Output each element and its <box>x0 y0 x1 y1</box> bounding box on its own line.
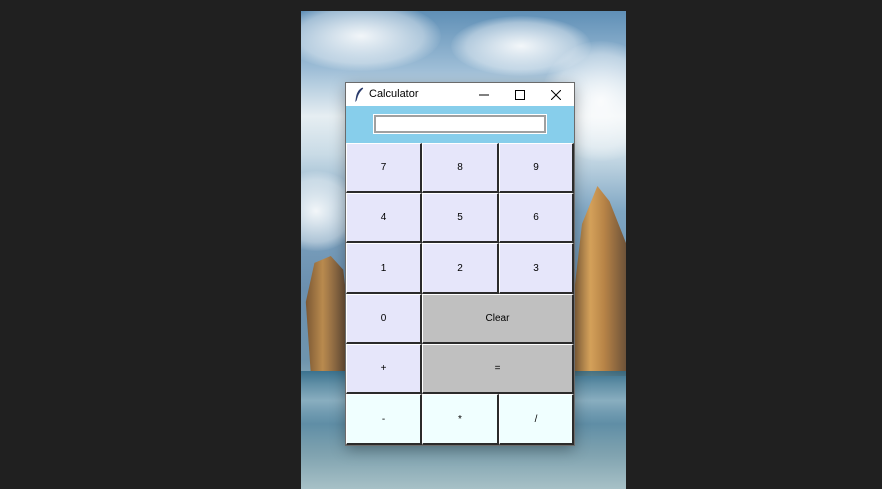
feather-icon <box>354 87 364 102</box>
minimize-button[interactable] <box>466 83 502 106</box>
keypad: 7 8 9 4 5 6 1 2 3 0 Clear + = - * / <box>346 143 574 445</box>
minimize-icon <box>479 94 489 95</box>
rock-formation-left <box>305 256 349 371</box>
key-divide[interactable]: / <box>499 394 574 445</box>
key-4[interactable]: 4 <box>346 193 422 243</box>
rock-formation-right <box>571 186 626 376</box>
key-multiply[interactable]: * <box>422 394 499 445</box>
key-2[interactable]: 2 <box>422 243 499 294</box>
equals-button[interactable]: = <box>422 344 574 394</box>
key-8[interactable]: 8 <box>422 143 499 193</box>
close-button[interactable] <box>538 83 574 106</box>
calculator-display-input[interactable] <box>373 114 547 134</box>
calculator-window: Calculator 7 8 9 4 5 6 1 2 3 0 Clear + =… <box>346 83 574 445</box>
key-3[interactable]: 3 <box>499 243 574 294</box>
key-5[interactable]: 5 <box>422 193 499 243</box>
key-9[interactable]: 9 <box>499 143 574 193</box>
key-7[interactable]: 7 <box>346 143 422 193</box>
key-1[interactable]: 1 <box>346 243 422 294</box>
key-0[interactable]: 0 <box>346 294 422 344</box>
key-plus[interactable]: + <box>346 344 422 394</box>
close-icon <box>551 89 561 100</box>
window-title: Calculator <box>369 88 419 100</box>
key-minus[interactable]: - <box>346 394 422 445</box>
key-6[interactable]: 6 <box>499 193 574 243</box>
clear-button[interactable]: Clear <box>422 294 574 344</box>
maximize-button[interactable] <box>502 83 538 106</box>
title-bar[interactable]: Calculator <box>346 83 574 106</box>
maximize-icon <box>515 89 525 100</box>
display-area <box>346 106 574 143</box>
